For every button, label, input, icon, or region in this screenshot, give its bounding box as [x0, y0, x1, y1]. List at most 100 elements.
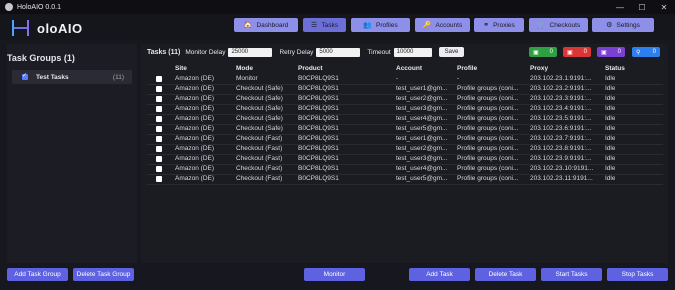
nav-label: Profiles	[376, 21, 398, 29]
row-checkbox[interactable]	[156, 136, 162, 142]
col-account[interactable]: Account	[396, 65, 422, 72]
cell-account: test_user2@gm...	[396, 95, 448, 102]
cell-product: B0CP8LQ9S1	[298, 135, 339, 142]
group-checkbox[interactable]	[22, 72, 28, 80]
row-checkbox[interactable]	[156, 86, 162, 92]
cell-profile: Profile groups (coni...	[457, 95, 519, 102]
cell-account: test_user5@gm...	[396, 125, 448, 132]
cell-product: B0CP8LQ9S1	[298, 115, 339, 122]
cell-profile: Profile groups (coni...	[457, 165, 519, 172]
stop-tasks-button[interactable]: Stop Tasks	[607, 268, 668, 281]
start-tasks-button[interactable]: Start Tasks	[541, 268, 602, 281]
nav-profiles[interactable]: 👥 Profiles	[351, 18, 410, 32]
nav-label: Accounts	[435, 21, 463, 29]
nav-settings[interactable]: ⚙ Settings	[592, 18, 654, 32]
timeout-input[interactable]: 10000	[393, 47, 432, 57]
cell-mode: Checkout (Safe)	[236, 95, 283, 102]
table-row[interactable]: Amazon (DE) Checkout (Fast) B0CP8LQ9S1 test…	[147, 174, 663, 185]
success-count: 0	[549, 49, 553, 55]
cell-site: Amazon (DE)	[175, 85, 215, 92]
bike-icon: ⚲	[636, 49, 641, 56]
cell-proxy: 203.102.23.9:9191:...	[530, 155, 592, 162]
add-task-group-button[interactable]: Add Task Group	[7, 268, 68, 281]
gear-icon: ⚙	[606, 22, 613, 29]
cell-account: test_user3@gm...	[396, 155, 448, 162]
cart-icon: ▣	[601, 49, 607, 56]
cell-status: Idle	[605, 145, 616, 152]
cart-icon: ▣	[533, 49, 539, 56]
app-logo-icon	[5, 3, 13, 11]
col-profile[interactable]: Profile	[457, 65, 477, 72]
cell-profile: Profile groups (coni...	[457, 175, 519, 182]
cell-status: Idle	[605, 165, 616, 172]
cell-account: test_user4@gm...	[396, 115, 448, 122]
cell-status: Idle	[605, 105, 616, 112]
cell-mode: Checkout (Fast)	[236, 165, 283, 172]
cell-site: Amazon (DE)	[175, 155, 215, 162]
row-checkbox[interactable]	[156, 176, 162, 182]
cell-proxy: 203.102.23.5:9191:...	[530, 115, 592, 122]
nav-tasks[interactable]: ☰ Tasks	[303, 18, 346, 32]
row-checkbox[interactable]	[156, 156, 162, 162]
cell-profile: Profile groups (coni...	[457, 135, 519, 142]
cell-profile: Profile groups (coni...	[457, 105, 519, 112]
bike-count: 0	[652, 49, 656, 55]
delete-task-group-button[interactable]: Delete Task Group	[73, 268, 134, 281]
monitor-delay-input[interactable]: 25000	[228, 47, 273, 57]
task-groups-title: Task Groups (1)	[7, 53, 75, 63]
cell-profile: Profile groups (coni...	[457, 125, 519, 132]
cell-site: Amazon (DE)	[175, 145, 215, 152]
cell-site: Amazon (DE)	[175, 165, 215, 172]
add-task-button[interactable]: Add Task	[409, 268, 470, 281]
cart-icon: ▣	[567, 49, 573, 56]
save-button[interactable]: Save	[438, 47, 465, 57]
cell-mode: Checkout (Fast)	[236, 135, 283, 142]
cell-proxy: 203.102.23.6:9191:...	[530, 125, 592, 132]
row-checkbox[interactable]	[156, 106, 162, 112]
cell-profile: Profile groups (coni...	[457, 115, 519, 122]
col-proxy[interactable]: Proxy	[530, 65, 548, 72]
col-product[interactable]: Product	[298, 65, 323, 72]
nav-label: Proxies	[493, 21, 515, 29]
col-site[interactable]: Site	[175, 65, 187, 72]
nav-checkouts[interactable]: 🛒 Checkouts	[529, 18, 588, 32]
col-status[interactable]: Status	[605, 65, 625, 72]
cell-site: Amazon (DE)	[175, 115, 215, 122]
success-counter: ▣ 0	[529, 47, 557, 57]
nav-proxies[interactable]: ⚭ Proxies	[474, 18, 524, 32]
monitor-button[interactable]: Monitor	[304, 268, 365, 281]
timeout-label: Timeout	[367, 48, 391, 56]
maximize-icon[interactable]: ☐	[631, 0, 653, 14]
row-checkbox[interactable]	[156, 166, 162, 172]
row-checkbox[interactable]	[156, 76, 162, 82]
cell-status: Idle	[605, 175, 616, 182]
cell-mode: Checkout (Fast)	[236, 145, 283, 152]
row-checkbox[interactable]	[156, 126, 162, 132]
cell-site: Amazon (DE)	[175, 75, 215, 82]
cell-product: B0CP8LQ9S1	[298, 155, 339, 162]
row-checkbox[interactable]	[156, 146, 162, 152]
cell-proxy: 203.102.23.3:9191:...	[530, 95, 592, 102]
cell-account: test_user1@gm...	[396, 85, 448, 92]
close-icon[interactable]: ✕	[653, 0, 675, 14]
nav-dashboard[interactable]: 🏠 Dashboard	[234, 18, 298, 32]
cell-product: B0CP8LQ9S1	[298, 125, 339, 132]
nav-accounts[interactable]: 🔑 Accounts	[415, 18, 470, 32]
row-checkbox[interactable]	[156, 96, 162, 102]
delete-task-button[interactable]: Delete Task	[475, 268, 536, 281]
retry-delay-input[interactable]: 5000	[316, 47, 361, 57]
minimize-icon[interactable]: —	[609, 0, 631, 14]
task-group-item[interactable]: Test Tasks (11)	[12, 70, 132, 84]
cell-proxy: 203.102.23.10:9191...	[530, 165, 594, 172]
row-checkbox[interactable]	[156, 116, 162, 122]
app-header: oloAIO 🏠 Dashboard ☰ Tasks 👥 Profiles 🔑 Acco…	[0, 14, 675, 40]
cell-profile: Profile groups (coni...	[457, 85, 519, 92]
retry-delay-label: Retry Delay	[279, 48, 314, 56]
col-mode[interactable]: Mode	[236, 65, 253, 72]
cell-site: Amazon (DE)	[175, 125, 215, 132]
cell-proxy: 203.102.23.2:9191:...	[530, 85, 592, 92]
cell-account: test_user2@gm...	[396, 145, 448, 152]
cell-mode: Checkout (Safe)	[236, 115, 283, 122]
cell-account: test_user5@gm...	[396, 175, 448, 182]
carted-counter: ▣ 0	[597, 47, 625, 57]
